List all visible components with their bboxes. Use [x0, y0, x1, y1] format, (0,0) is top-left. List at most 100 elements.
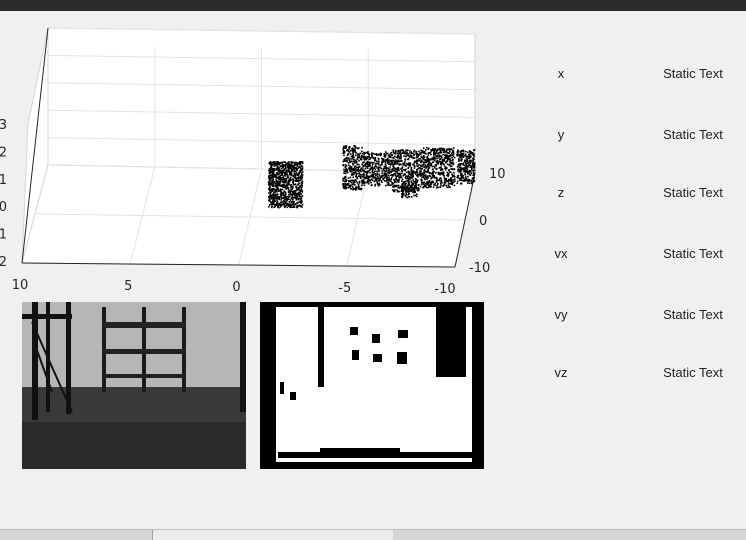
point-cloud-point — [465, 164, 467, 167]
point-cloud-3d-plot[interactable]: 10 5 0 -5 -10 100-10 321012 — [0, 11, 520, 301]
point-cloud-point — [449, 158, 451, 161]
point-cloud-point — [292, 201, 294, 203]
point-cloud-point — [386, 184, 389, 186]
point-cloud-point — [374, 156, 377, 159]
point-cloud-point — [424, 185, 426, 187]
point-cloud-point — [408, 171, 411, 173]
background-window-strip — [0, 529, 746, 540]
point-cloud-point — [274, 197, 277, 199]
point-cloud-point — [292, 161, 294, 164]
point-cloud-point — [272, 190, 274, 192]
point-cloud-point — [471, 168, 473, 171]
point-cloud-point — [374, 170, 376, 173]
point-cloud-point — [268, 181, 270, 183]
point-cloud-point — [299, 198, 302, 200]
point-cloud-point — [472, 149, 475, 152]
point-cloud-point — [268, 174, 271, 177]
point-cloud-point — [384, 162, 387, 164]
point-cloud-point — [348, 146, 350, 148]
point-cloud-point — [416, 153, 419, 156]
point-cloud-point — [442, 149, 445, 151]
point-cloud-point — [428, 167, 431, 169]
point-cloud-point — [408, 188, 410, 191]
point-cloud-point — [363, 155, 366, 158]
point-cloud-point — [288, 161, 290, 163]
point-cloud-point — [390, 178, 392, 180]
point-cloud-point — [281, 169, 284, 172]
point-cloud-point — [453, 156, 456, 159]
point-cloud-point — [368, 169, 371, 172]
point-cloud-point — [434, 148, 437, 150]
point-cloud-point — [450, 152, 453, 154]
point-cloud-point — [301, 168, 303, 170]
point-cloud-point — [387, 161, 390, 163]
point-cloud-point — [297, 174, 299, 176]
point-cloud-point — [447, 180, 449, 183]
point-cloud-point — [412, 157, 415, 160]
point-cloud-point — [368, 156, 370, 158]
point-cloud-point — [419, 172, 421, 174]
point-cloud-point — [416, 155, 418, 157]
readout-value-vx: Static Text — [663, 246, 723, 261]
point-cloud-point — [297, 201, 300, 204]
readout-value-y: Static Text — [663, 127, 723, 142]
point-cloud-point — [431, 172, 434, 174]
point-cloud-point — [440, 180, 442, 182]
point-cloud-point — [415, 151, 417, 153]
point-cloud-point — [295, 196, 297, 199]
point-cloud-point — [283, 171, 286, 174]
point-cloud-point — [470, 152, 472, 155]
point-cloud-point — [429, 186, 431, 188]
point-cloud-point — [470, 161, 472, 163]
point-cloud-point — [456, 182, 459, 185]
point-cloud-point — [408, 150, 411, 152]
point-cloud-point — [364, 177, 367, 180]
point-cloud-point — [412, 188, 415, 191]
point-cloud-point — [436, 150, 438, 152]
point-cloud-point — [388, 176, 390, 179]
point-cloud-point — [371, 155, 374, 158]
point-cloud-point — [391, 170, 394, 172]
point-cloud-point — [453, 180, 456, 182]
point-cloud-point — [274, 191, 276, 193]
readout-value-x: Static Text — [663, 66, 723, 81]
point-cloud-point — [292, 164, 294, 167]
point-cloud-point — [438, 152, 440, 154]
point-cloud-point — [437, 183, 439, 185]
point-cloud-point — [378, 170, 380, 172]
point-cloud-point — [461, 179, 464, 182]
point-cloud-point — [439, 186, 442, 188]
point-cloud-point — [439, 182, 442, 185]
point-cloud-point — [284, 182, 286, 184]
point-cloud-point — [462, 163, 464, 166]
point-cloud-point — [392, 182, 394, 184]
point-cloud-point — [427, 165, 430, 168]
point-cloud-point — [293, 194, 296, 196]
point-cloud-point — [462, 149, 464, 152]
point-cloud-point — [342, 152, 344, 154]
point-cloud-point — [371, 184, 373, 186]
point-cloud-point — [350, 160, 353, 162]
point-cloud-point — [416, 179, 419, 181]
point-cloud-point — [391, 161, 394, 164]
point-cloud-point — [440, 147, 442, 150]
point-cloud-point — [355, 162, 358, 164]
point-cloud-point — [410, 156, 413, 159]
point-cloud-point — [344, 180, 346, 183]
point-cloud-point — [279, 174, 282, 177]
point-cloud-point — [361, 152, 364, 155]
point-cloud-point — [376, 160, 378, 163]
point-cloud-point — [404, 164, 406, 167]
point-cloud-point — [470, 155, 472, 158]
point-cloud-point — [368, 158, 370, 161]
point-cloud-point — [358, 160, 360, 162]
point-cloud-point — [390, 156, 392, 159]
point-cloud-point — [445, 167, 448, 170]
point-cloud-point — [283, 203, 286, 206]
point-cloud-point — [283, 179, 285, 181]
point-cloud-point — [463, 170, 466, 173]
point-cloud-point — [301, 161, 304, 163]
point-cloud-point — [468, 179, 470, 181]
point-cloud-point — [356, 147, 358, 150]
point-cloud-point — [468, 159, 471, 162]
